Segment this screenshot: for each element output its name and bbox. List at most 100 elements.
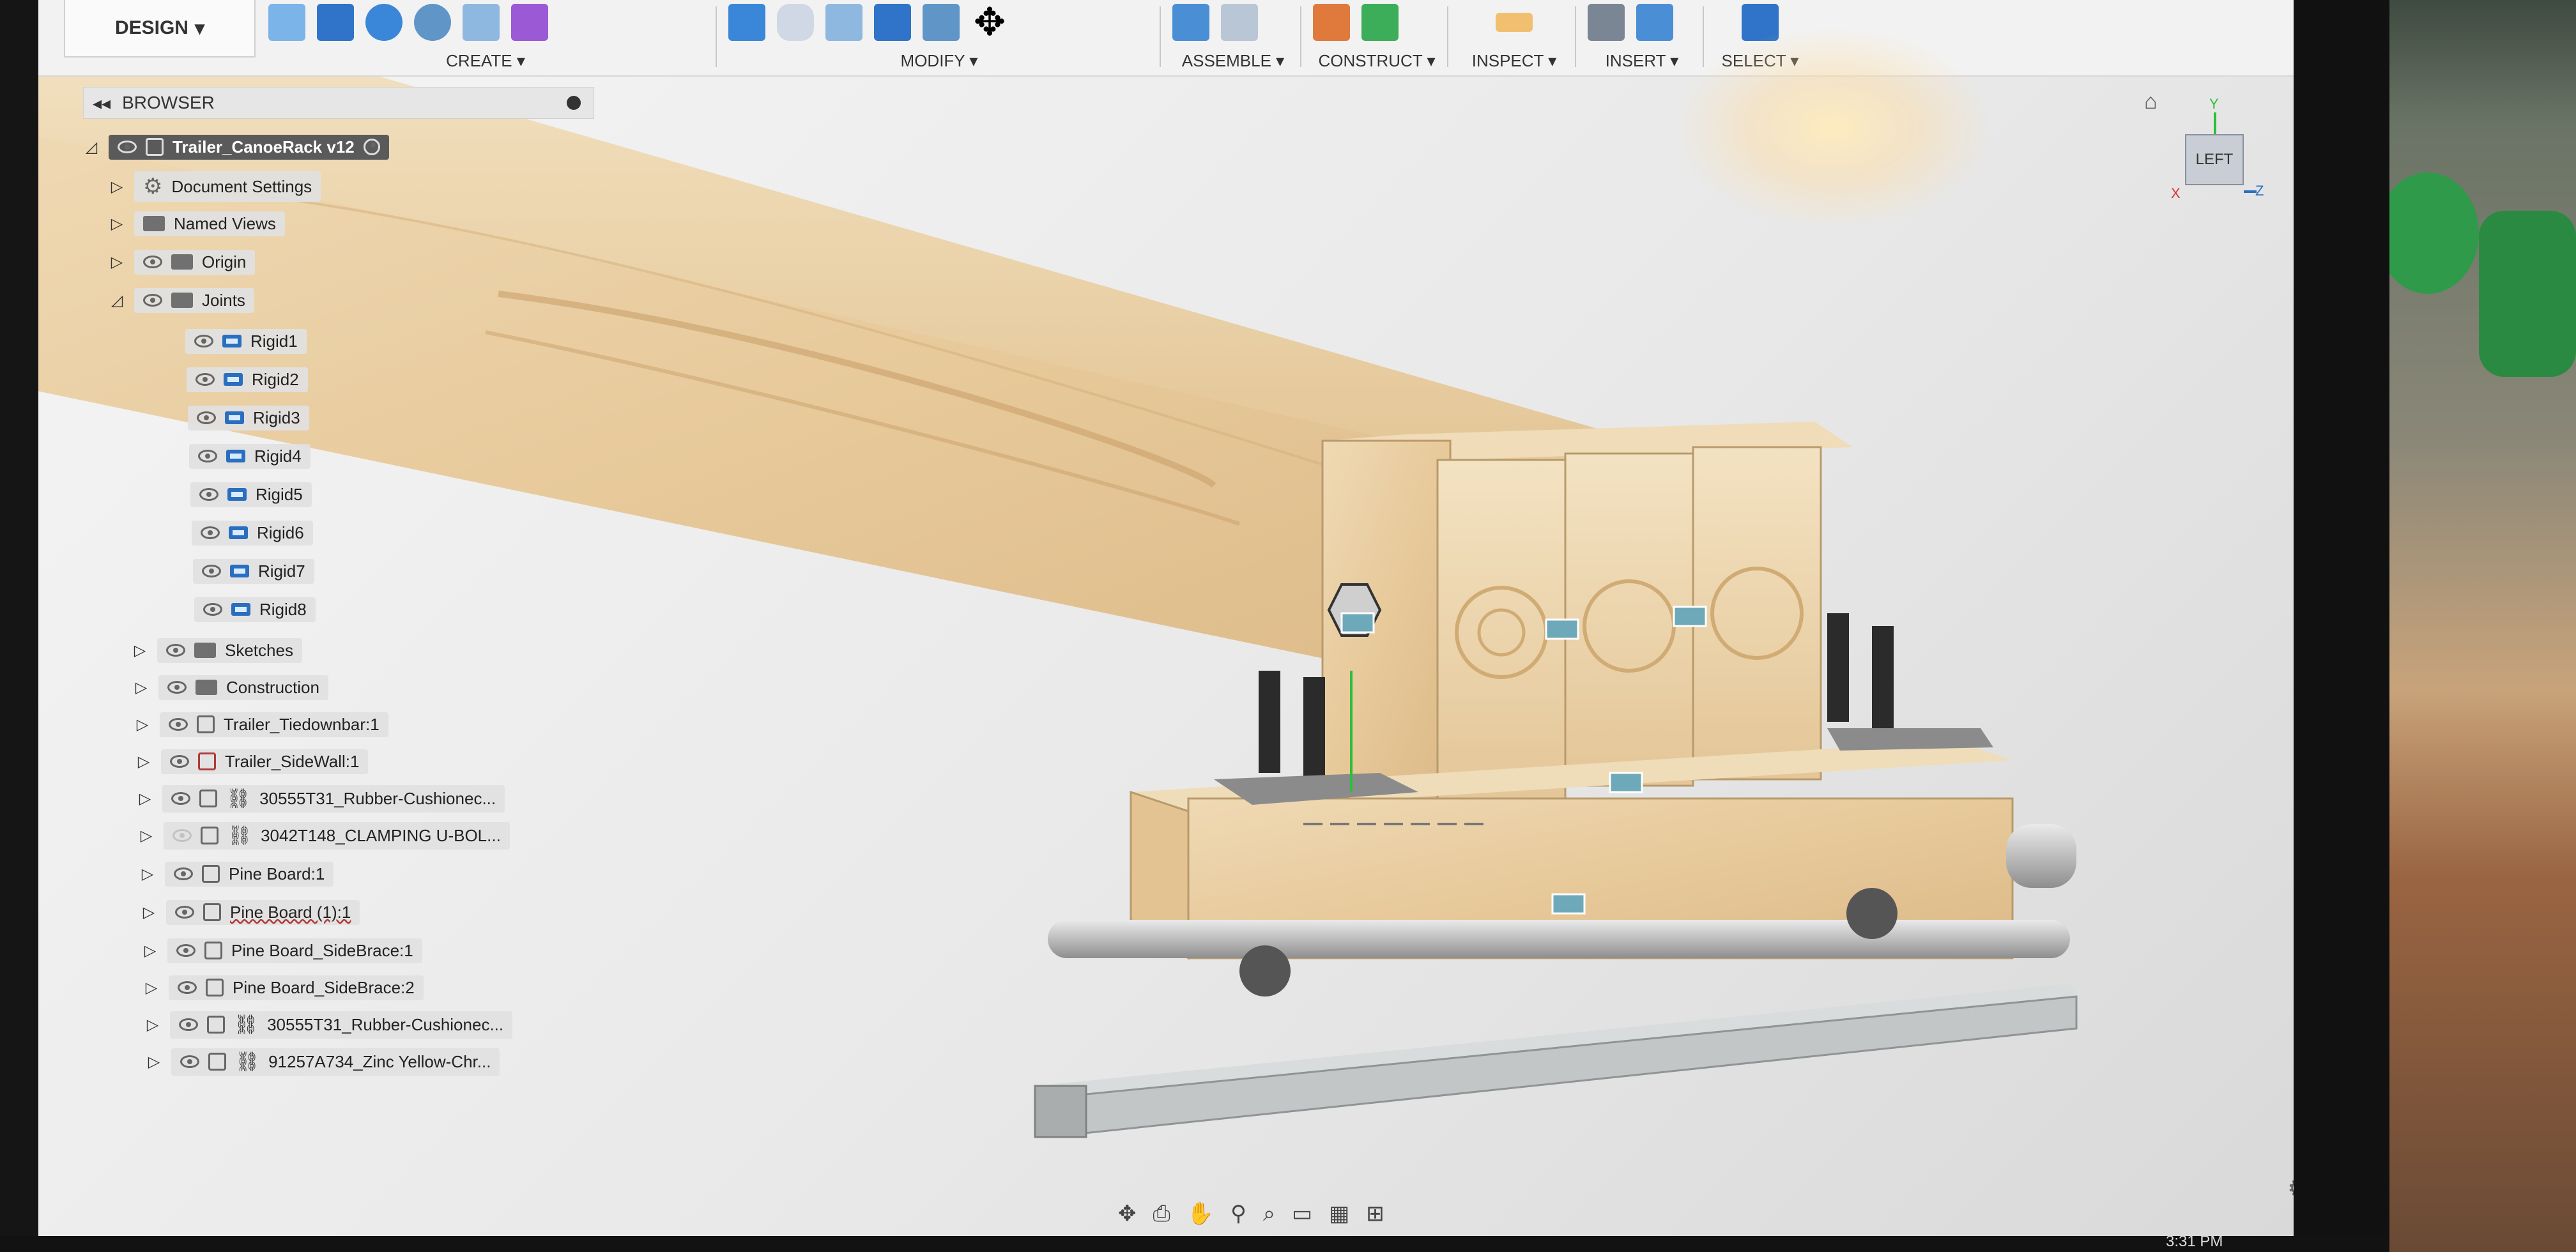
shell-icon[interactable] (825, 4, 862, 41)
fillet-icon[interactable] (777, 4, 814, 41)
double-chevron-left-icon[interactable]: ◂◂ (93, 93, 111, 114)
tree-item-rigid5[interactable]: Rigid5 (190, 479, 312, 510)
display-settings-icon[interactable]: ▭ (1292, 1201, 1312, 1226)
eye-icon[interactable] (171, 792, 190, 805)
expand-triangle-icon[interactable]: ▷ (142, 942, 158, 960)
tree-item-rigid3[interactable]: Rigid3 (188, 402, 309, 433)
expand-triangle-icon[interactable]: ▷ (109, 215, 125, 233)
viewcube[interactable]: Y LEFT X Z (2166, 96, 2268, 211)
tree-item-pine-board-1-1[interactable]: ▷ Pine Board (1):1 (141, 897, 360, 928)
viewcube-face[interactable]: LEFT (2185, 134, 2244, 185)
construct-group[interactable]: CONSTRUCT ▾ (1313, 0, 1441, 77)
tree-root[interactable]: ◿ Trailer_CanoeRack v12 (83, 132, 389, 162)
hole-icon[interactable] (414, 4, 451, 41)
tree-item-rigid8[interactable]: Rigid8 (194, 594, 316, 625)
joint-icon[interactable] (1221, 4, 1258, 41)
select-group[interactable]: SELECT ▾ (1715, 0, 1805, 77)
eye-icon[interactable] (178, 981, 197, 994)
tree-item-joints[interactable]: ◿ Joints (109, 285, 254, 316)
move-icon[interactable]: ✥ (971, 3, 1008, 42)
tree-item-clamping-ubolt[interactable]: ▷ ⛓ 3042T148_CLAMPING U-BOL... (138, 820, 510, 851)
tree-item-sidebrace-1[interactable]: ▷ Pine Board_SideBrace:1 (142, 935, 422, 966)
tree-item-rigid4[interactable]: Rigid4 (189, 441, 310, 471)
select-icon[interactable] (1742, 4, 1779, 41)
eye-icon[interactable] (197, 411, 216, 424)
eye-icon[interactable] (167, 681, 187, 694)
tree-item-sidebrace-2[interactable]: ▷ Pine Board_SideBrace:2 (143, 972, 424, 1003)
eye-icon[interactable] (202, 565, 221, 577)
look-at-icon[interactable]: ⎙ (1153, 1202, 1170, 1226)
eye-icon[interactable] (203, 603, 222, 616)
eye-hidden-icon[interactable] (172, 829, 192, 842)
eye-icon[interactable] (195, 373, 215, 386)
zoom-window-icon[interactable]: ⌕ (1263, 1202, 1275, 1226)
eye-icon[interactable] (143, 294, 162, 307)
press-pull-icon[interactable] (728, 4, 765, 41)
inspect-group[interactable]: INSPECT ▾ (1460, 0, 1568, 77)
expand-triangle-icon[interactable]: ▷ (146, 1053, 162, 1071)
eye-icon[interactable] (176, 944, 195, 957)
tree-item-rigid2[interactable]: Rigid2 (187, 364, 308, 395)
zoom-icon[interactable]: ⚲ (1230, 1201, 1246, 1226)
insert-label[interactable]: INSERT ▾ (1588, 51, 1696, 71)
insert-derive-icon[interactable] (1588, 4, 1625, 41)
home-icon[interactable]: ⌂ (2144, 89, 2158, 114)
expand-triangle-icon[interactable]: ▷ (141, 903, 157, 922)
revolve-icon[interactable] (365, 4, 402, 41)
form-icon[interactable] (511, 4, 548, 41)
tree-item-sketches[interactable]: ▷ Sketches (132, 635, 302, 666)
expand-triangle-icon[interactable]: ▷ (138, 827, 155, 845)
workspace-switcher[interactable]: DESIGN ▾ (64, 0, 256, 57)
eye-icon[interactable] (198, 450, 217, 462)
tree-item-document-settings[interactable]: ▷ ⚙ Document Settings (109, 171, 321, 202)
insert-group[interactable]: INSERT ▾ (1588, 0, 1696, 77)
tree-item-rubber-cushion-2[interactable]: ▷ ⛓ 30555T31_Rubber-Cushionec... (144, 1009, 513, 1040)
collapse-triangle-icon[interactable]: ◿ (109, 291, 125, 310)
tree-item-pine-board-1[interactable]: ▷ Pine Board:1 (139, 859, 334, 889)
tree-item-rubber-cushion-1[interactable]: ▷ ⛓ 30555T31_Rubber-Cushionec... (137, 783, 505, 814)
eye-icon[interactable] (166, 644, 185, 657)
tree-item-zinc-yellow[interactable]: ▷ ⛓ 91257A734_Zinc Yellow-Chr... (146, 1046, 500, 1077)
modify-label[interactable]: MODIFY ▾ (728, 51, 1150, 71)
measure-icon[interactable] (1496, 13, 1533, 32)
eye-icon[interactable] (143, 256, 162, 268)
create-label[interactable]: CREATE ▾ (268, 51, 703, 71)
tree-item-sidewall[interactable]: ▷ Trailer_SideWall:1 (135, 746, 369, 777)
eye-icon[interactable] (175, 906, 194, 919)
expand-triangle-icon[interactable]: ▷ (109, 253, 125, 271)
browser-header[interactable]: ◂◂ BROWSER (83, 87, 594, 119)
tree-item-construction[interactable]: ▷ Construction (133, 672, 328, 703)
eye-icon[interactable] (201, 526, 220, 539)
collapse-triangle-icon[interactable]: ◿ (83, 138, 100, 156)
orbit-icon[interactable]: ✥ (1118, 1201, 1137, 1226)
viewports-icon[interactable]: ⊞ (1366, 1201, 1384, 1226)
box-icon[interactable] (463, 4, 500, 41)
activate-radio-icon[interactable] (363, 139, 380, 155)
tree-item-tiedownbar[interactable]: ▷ Trailer_Tiedownbar:1 (134, 709, 388, 740)
eye-icon[interactable] (170, 755, 189, 768)
collapse-browser-icon[interactable] (567, 96, 581, 110)
tree-item-origin[interactable]: ▷ Origin (109, 247, 256, 277)
expand-triangle-icon[interactable]: ▷ (109, 178, 125, 196)
grid-icon[interactable]: ▦ (1329, 1201, 1349, 1226)
expand-triangle-icon[interactable]: ▷ (139, 865, 156, 883)
gear-icon[interactable]: ⚙ (2287, 1174, 2294, 1203)
sketch-icon[interactable] (268, 4, 305, 41)
align-icon[interactable] (923, 4, 960, 41)
midplane-icon[interactable] (1361, 4, 1399, 41)
construct-label[interactable]: CONSTRUCT ▾ (1313, 51, 1441, 71)
extrude-icon[interactable] (317, 4, 354, 41)
expand-triangle-icon[interactable]: ▷ (144, 1016, 161, 1034)
create-group[interactable]: CREATE ▾ (268, 0, 703, 77)
insert-image-icon[interactable] (1636, 4, 1673, 41)
eye-icon[interactable] (118, 141, 137, 153)
expand-triangle-icon[interactable]: ▷ (135, 752, 152, 771)
assemble-label[interactable]: ASSEMBLE ▾ (1172, 51, 1294, 71)
tree-item-rigid7[interactable]: Rigid7 (193, 556, 314, 586)
eye-icon[interactable] (194, 335, 213, 347)
tree-item-rigid6[interactable]: Rigid6 (192, 517, 313, 548)
offset-plane-icon[interactable] (1313, 4, 1350, 41)
tree-item-rigid1[interactable]: Rigid1 (185, 326, 307, 356)
eye-icon[interactable] (199, 488, 218, 501)
new-component-icon[interactable] (1172, 4, 1209, 41)
